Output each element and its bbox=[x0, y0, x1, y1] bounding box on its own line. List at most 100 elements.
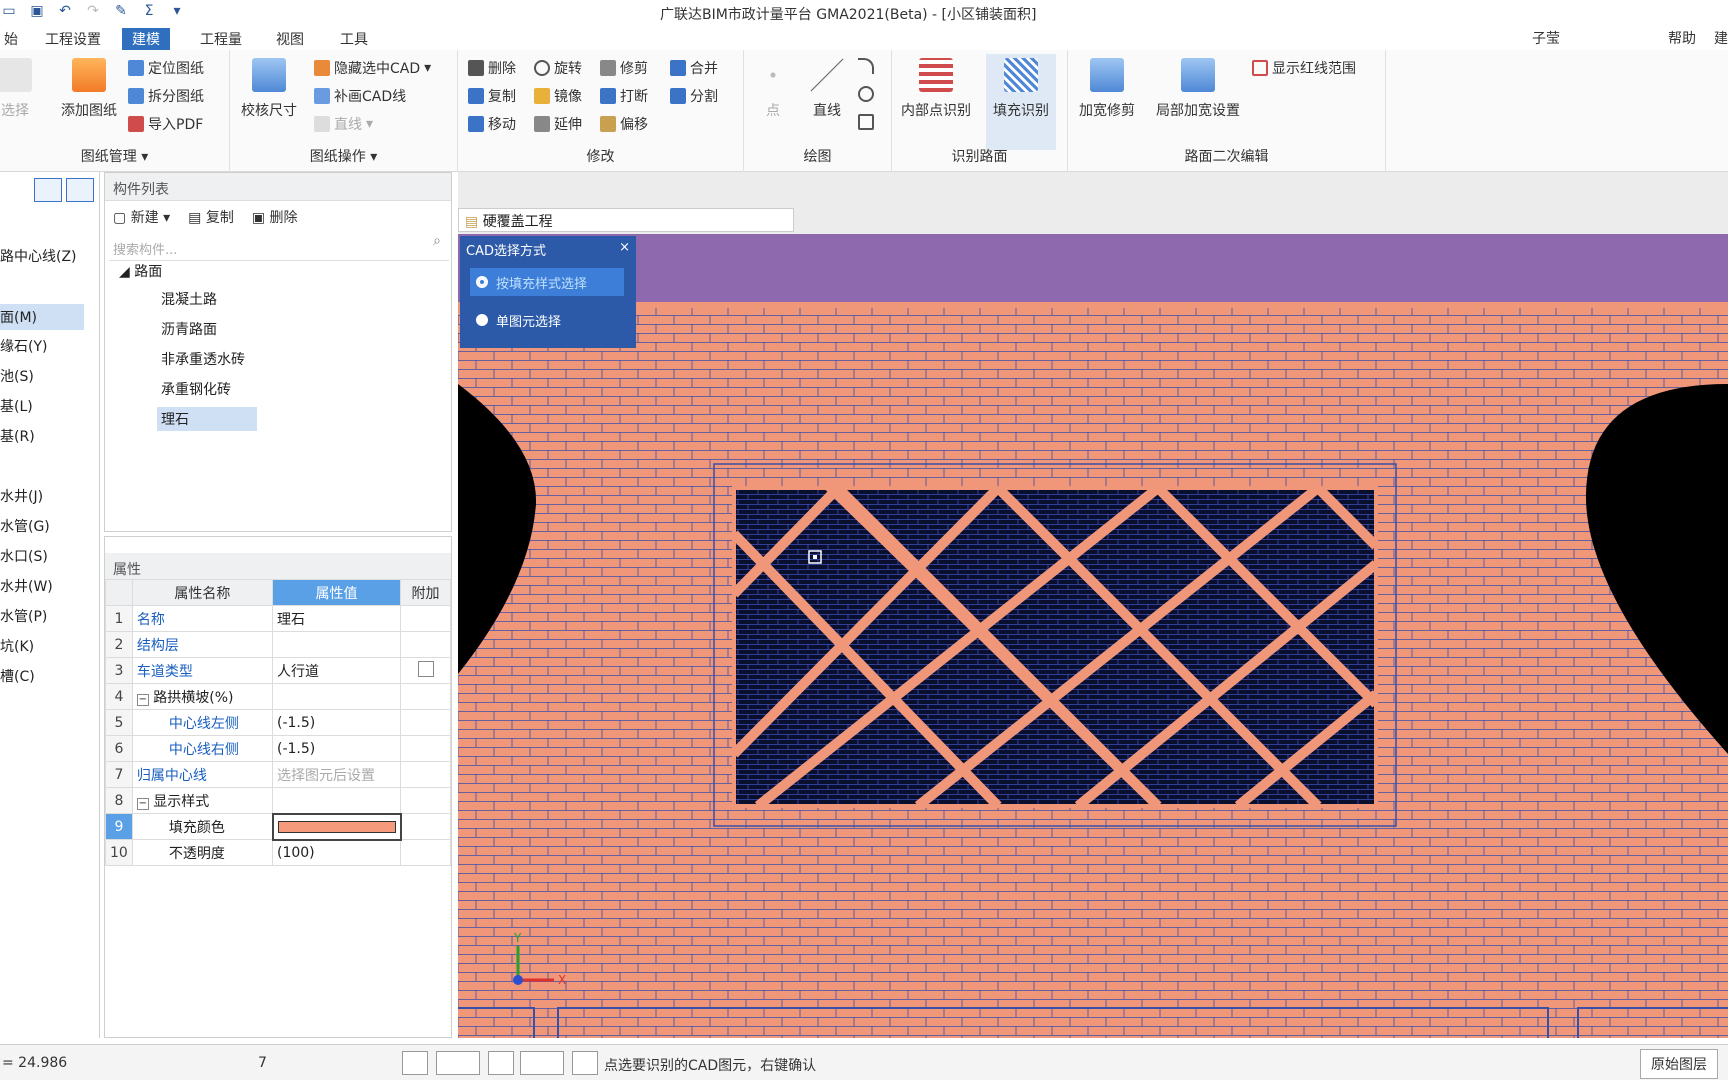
trim-button[interactable]: 修剪 bbox=[600, 58, 648, 78]
table-row[interactable]: 8 − 显示样式 bbox=[105, 787, 451, 814]
cad-drawing-canvas[interactable]: X Y bbox=[458, 234, 1728, 1038]
nav-item[interactable]: 路中心线(Z) bbox=[0, 246, 77, 266]
tree-root[interactable]: ◢ 路面 bbox=[119, 261, 162, 281]
ortho-toggle[interactable] bbox=[402, 1051, 428, 1075]
extend-button[interactable]: 延伸 bbox=[534, 114, 582, 134]
property-value[interactable] bbox=[272, 683, 401, 710]
add-drawing-button[interactable]: 添加图纸 bbox=[54, 58, 124, 120]
calibrate-size-button[interactable]: 校核尺寸 bbox=[234, 58, 304, 120]
component-search-input[interactable]: 搜索构件... bbox=[109, 235, 449, 261]
inner-point-identify-button[interactable]: 内部点识别 bbox=[896, 58, 976, 120]
table-row[interactable]: 2 结构层 bbox=[105, 631, 451, 658]
delete-button[interactable]: 删除 bbox=[468, 58, 516, 78]
break-button[interactable]: 打断 bbox=[600, 86, 648, 106]
table-row[interactable]: 6 中心线右侧 (-1.5) bbox=[105, 735, 451, 762]
local-widen-button[interactable]: 局部加宽设置 bbox=[1148, 58, 1248, 120]
undo-icon[interactable]: ↶ bbox=[56, 2, 74, 20]
tab-modeling[interactable]: 建模 bbox=[122, 28, 170, 50]
table-row[interactable]: 7 归属中心线 选择图元后设置 bbox=[105, 761, 451, 788]
tab-view[interactable]: 视图 bbox=[266, 28, 314, 50]
collapse-icon[interactable]: − bbox=[136, 797, 149, 810]
table-row[interactable]: 3 车道类型 人行道 bbox=[105, 657, 451, 684]
table-row[interactable]: 5 中心线左侧 (-1.5) bbox=[105, 709, 451, 736]
table-row[interactable]: 4 − 路拱横坡(%) bbox=[105, 683, 451, 710]
tab-start[interactable]: 始 bbox=[0, 28, 28, 50]
new-component-button[interactable]: ▢ 新建 ▾ bbox=[113, 207, 170, 227]
mirror-button[interactable]: 镜像 bbox=[534, 86, 582, 106]
split-drawing-button[interactable]: 拆分图纸 bbox=[128, 86, 204, 106]
table-row[interactable]: 9 填充颜色 bbox=[105, 812, 451, 841]
nav-item[interactable]: 槽(C) bbox=[0, 666, 35, 686]
fill-color-value[interactable] bbox=[271, 812, 402, 841]
property-value[interactable] bbox=[272, 787, 401, 814]
menu-right-truncated[interactable]: 建 bbox=[1714, 28, 1728, 48]
nav-item[interactable]: 池(S) bbox=[0, 366, 34, 386]
tile-view-icon[interactable] bbox=[66, 178, 94, 202]
nav-item[interactable]: 缘石(Y) bbox=[0, 336, 47, 356]
property-value[interactable] bbox=[272, 631, 401, 658]
tab-project-settings[interactable]: 工程设置 bbox=[35, 28, 111, 50]
property-value[interactable]: 人行道 bbox=[272, 657, 401, 684]
draw-line-button[interactable]: 直线 bbox=[792, 58, 862, 120]
offset-button[interactable]: 偏移 bbox=[600, 114, 648, 134]
property-value[interactable]: (100) bbox=[272, 839, 401, 866]
delete-component-button[interactable]: ▣ 删除 bbox=[252, 207, 298, 227]
open-icon[interactable]: ▭ bbox=[0, 2, 18, 20]
help-link[interactable]: 帮助 bbox=[1668, 28, 1696, 48]
property-value[interactable]: (-1.5) bbox=[272, 709, 401, 736]
group-title[interactable]: 图纸管理 ▾ bbox=[0, 146, 229, 166]
table-row[interactable]: 1 名称 理石 bbox=[105, 605, 451, 632]
tree-item[interactable]: 混凝土路 bbox=[161, 289, 217, 309]
select-button[interactable]: 选择 bbox=[0, 58, 50, 120]
patch-cad-line-button[interactable]: 补画CAD线 bbox=[314, 86, 406, 106]
redo-icon[interactable]: ↷ bbox=[84, 2, 102, 20]
draw-tool-icon[interactable]: ✎ bbox=[112, 2, 130, 20]
locate-drawing-button[interactable]: 定位图纸 bbox=[128, 58, 204, 78]
single-element-option[interactable]: 单图元选择 bbox=[470, 306, 624, 334]
straight-line-button[interactable]: 直线 ▾ bbox=[314, 114, 373, 134]
user-name[interactable]: 子莹 bbox=[1532, 28, 1560, 48]
table-row[interactable]: 10 不透明度 (100) bbox=[105, 839, 451, 866]
import-pdf-button[interactable]: 导入PDF bbox=[128, 114, 203, 134]
tab-tools[interactable]: 工具 bbox=[330, 28, 378, 50]
cad-drawing[interactable]: X Y bbox=[458, 234, 1728, 1038]
close-icon[interactable]: × bbox=[619, 240, 630, 259]
show-redline-button[interactable]: 显示红线范围 bbox=[1252, 58, 1356, 78]
nav-item[interactable]: 水井(J) bbox=[0, 486, 43, 506]
property-value[interactable]: 理石 bbox=[272, 605, 401, 632]
widen-trim-button[interactable]: 加宽修剪 bbox=[1072, 58, 1142, 120]
nav-item-selected[interactable]: 面(M) bbox=[0, 304, 84, 330]
nav-item[interactable]: 水口(S) bbox=[0, 546, 48, 566]
merge-button[interactable]: 合并 bbox=[670, 58, 718, 78]
group-title[interactable]: 图纸操作 ▾ bbox=[230, 146, 457, 166]
nav-item[interactable]: 基(R) bbox=[0, 426, 35, 446]
arc-button[interactable] bbox=[858, 58, 874, 74]
nav-item[interactable]: 水井(W) bbox=[0, 576, 53, 596]
search-icon[interactable]: ⌕ bbox=[433, 233, 441, 249]
original-layer-button[interactable]: 原始图层 bbox=[1640, 1049, 1718, 1079]
snap-dropdown[interactable] bbox=[436, 1051, 480, 1075]
nav-item[interactable]: 基(L) bbox=[0, 396, 33, 416]
document-tab[interactable]: ▤ 硬覆盖工程 bbox=[458, 208, 794, 232]
collapse-icon[interactable]: − bbox=[136, 693, 149, 706]
fill-identify-button[interactable]: 填充识别 bbox=[986, 54, 1056, 150]
hide-selected-cad-button[interactable]: 隐藏选中CAD ▾ bbox=[314, 58, 431, 78]
nav-item[interactable]: 水管(G) bbox=[0, 516, 50, 536]
attach-checkbox[interactable] bbox=[417, 660, 434, 677]
tree-item-selected[interactable]: 理石 bbox=[157, 407, 257, 431]
snap-toggle[interactable] bbox=[488, 1051, 514, 1075]
nav-item[interactable]: 水管(P) bbox=[0, 606, 47, 626]
split-button[interactable]: 分割 bbox=[670, 86, 718, 106]
property-value[interactable]: (-1.5) bbox=[272, 735, 401, 762]
copy-button[interactable]: 复制 bbox=[468, 86, 516, 106]
sum-icon[interactable]: Σ bbox=[140, 2, 158, 20]
polar-toggle[interactable] bbox=[572, 1051, 598, 1075]
dynamic-input-dropdown[interactable] bbox=[520, 1051, 564, 1075]
tab-quantity[interactable]: 工程量 bbox=[190, 28, 252, 50]
property-value[interactable]: 选择图元后设置 bbox=[272, 761, 401, 788]
save-icon[interactable]: ▣ bbox=[28, 2, 46, 20]
rectangle-button[interactable] bbox=[858, 114, 874, 130]
tree-item[interactable]: 承重钢化砖 bbox=[161, 379, 231, 399]
circle-button[interactable] bbox=[858, 86, 874, 102]
dropdown-icon[interactable]: ▾ bbox=[168, 2, 186, 20]
